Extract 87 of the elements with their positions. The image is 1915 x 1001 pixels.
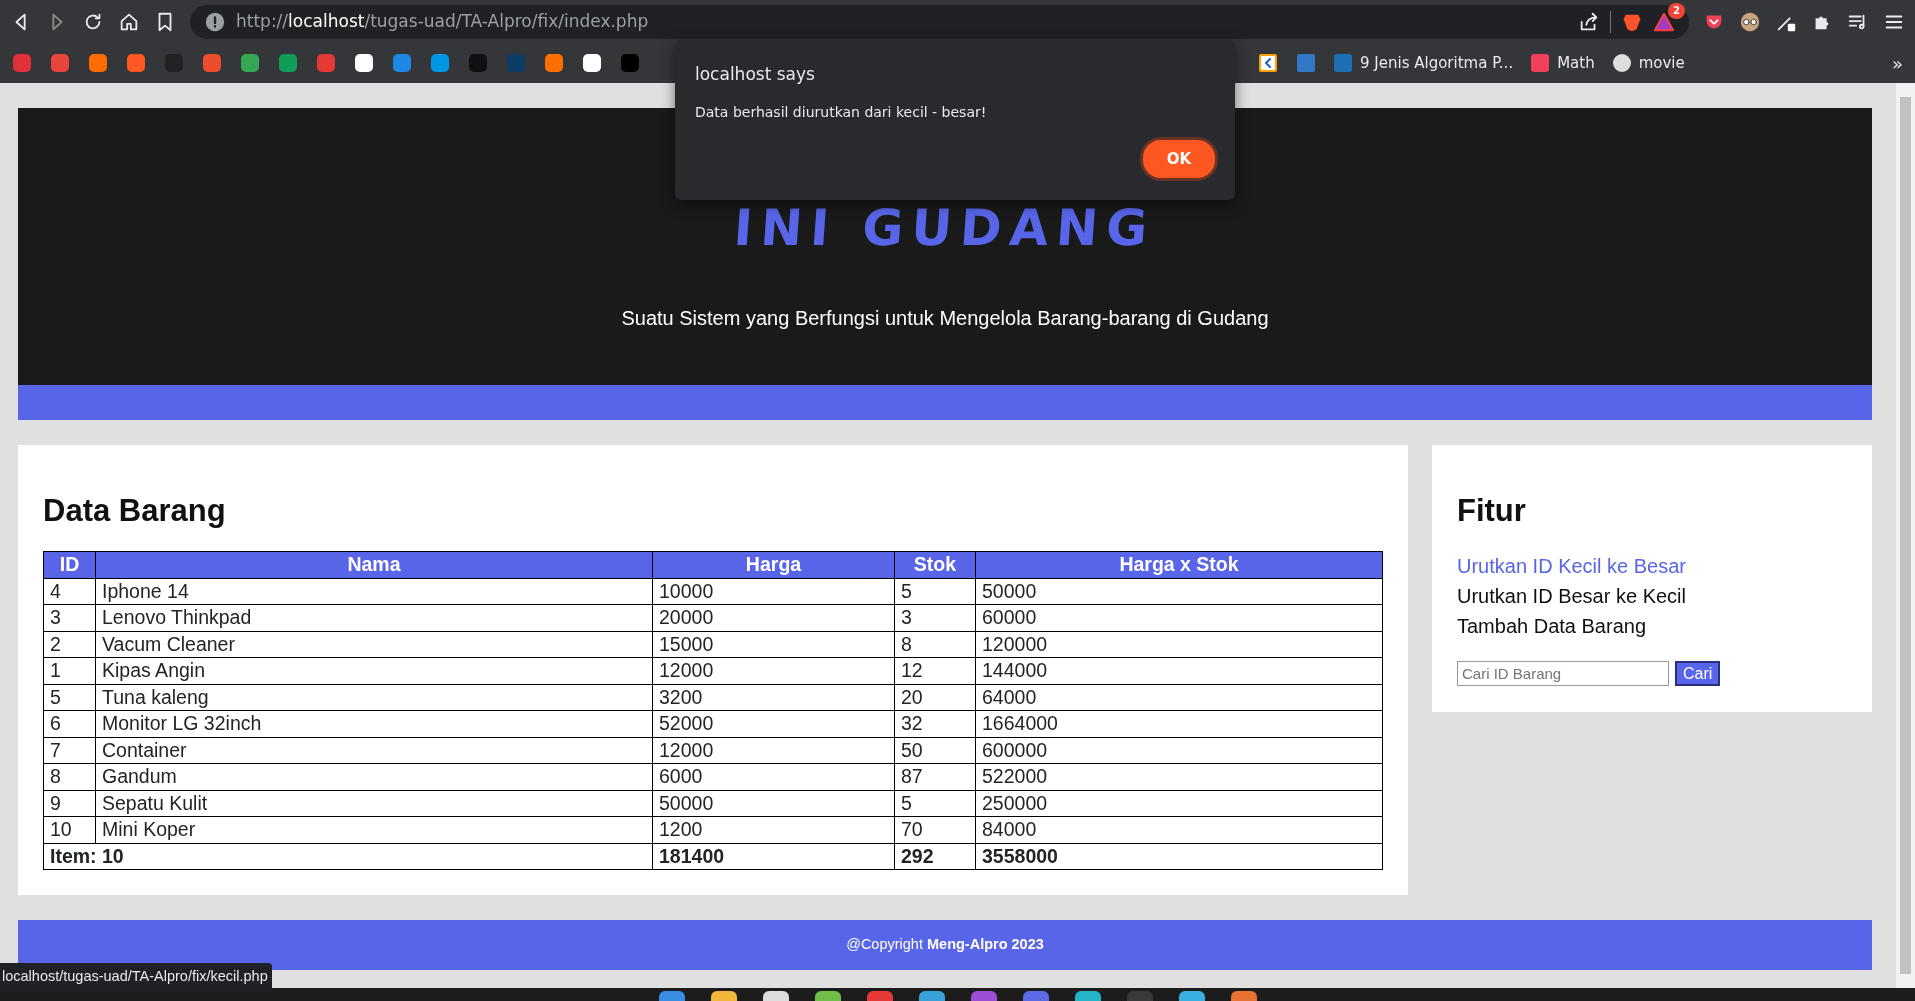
table-cell: 12: [894, 657, 976, 685]
overflow-chevron[interactable]: »: [1892, 49, 1903, 77]
table-cell: 60000: [975, 604, 1383, 632]
table-cell: 7: [43, 737, 96, 764]
table-cell: Monitor LG 32inch: [95, 710, 653, 738]
table-cell: 144000: [975, 657, 1383, 685]
table-cell: 50000: [975, 578, 1383, 605]
table-cell: 12000: [652, 657, 895, 685]
table-cell: 8: [894, 631, 976, 658]
total-cell: 292: [894, 843, 976, 870]
table-cell: 522000: [975, 763, 1383, 791]
address-bar[interactable]: http://localhost/tugas-uad/TA-Alpro/fix/index.php 2: [190, 4, 1689, 39]
total-cell: 3558000: [975, 843, 1383, 870]
column-header: Harga: [652, 551, 895, 579]
section-heading: Fitur: [1457, 492, 1527, 530]
table-cell: Vacum Cleaner: [95, 631, 653, 658]
table-cell: 250000: [975, 790, 1383, 817]
table-cell: 6000: [652, 763, 895, 791]
dialog-message: Data berhasil diurutkan dari kecil - besar!: [695, 102, 988, 122]
feature-link[interactable]: Urutkan ID Besar ke Kecil: [1457, 581, 1847, 612]
total-cell: Item: 10: [43, 843, 653, 870]
table-cell: 15000: [652, 631, 895, 658]
table-cell: Mini Koper: [95, 816, 653, 844]
table-cell: Kipas Angin: [95, 657, 653, 685]
column-header: ID: [43, 551, 96, 579]
table-cell: 9: [43, 790, 96, 817]
table-cell: 1: [43, 657, 96, 685]
table-cell: 5: [43, 684, 96, 711]
table-cell: 50000: [652, 790, 895, 817]
table-cell: 1664000: [975, 710, 1383, 738]
status-url: localhost/tugas-uad/TA-Alpro/fix/kecil.php: [0, 963, 272, 992]
table-cell: 3: [894, 604, 976, 632]
table-cell: 600000: [975, 737, 1383, 764]
bookmark-link[interactable]: movie: [1612, 51, 1685, 75]
bookmark-link[interactable]: Math: [1531, 51, 1595, 75]
bookmark-favicon[interactable]: [582, 53, 602, 73]
table-cell: 20: [894, 684, 976, 711]
url-text: http://localhost/tugas-uad/TA-Alpro/fix/index.php: [236, 9, 649, 33]
column-header: Stok: [894, 551, 976, 579]
table-cell: 5: [894, 790, 976, 817]
table-cell: 6: [43, 710, 96, 738]
bookmark-link[interactable]: 9 Jenis Algoritma P...: [1334, 51, 1514, 75]
table-cell: 10000: [652, 578, 895, 605]
table-cell: 12000: [652, 737, 895, 764]
table-cell: 52000: [652, 710, 895, 738]
table-cell: 84000: [975, 816, 1383, 844]
table-cell: Lenovo Thinkpad: [95, 604, 653, 632]
table-cell: 64000: [975, 684, 1383, 711]
bookmark-favicon[interactable]: [1258, 53, 1278, 73]
table-cell: 32: [894, 710, 976, 738]
table-cell: 20000: [652, 604, 895, 632]
table-cell: Gandum: [95, 763, 653, 791]
page-title: INI GUDANG: [732, 203, 1158, 253]
table-cell: Iphone 14: [95, 578, 653, 605]
table-cell: 120000: [975, 631, 1383, 658]
notification-badge: 2: [1668, 2, 1685, 19]
table-cell: 3: [43, 604, 96, 632]
table-cell: 3200: [652, 684, 895, 711]
table-cell: Tuna kaleng: [95, 684, 653, 711]
column-header: Nama: [95, 551, 653, 579]
table-cell: 4: [43, 578, 96, 605]
search-button[interactable]: Cari: [1675, 661, 1721, 687]
dialog-title: localhost says: [695, 63, 816, 86]
table-cell: 2: [43, 631, 96, 658]
table-cell: 87: [894, 763, 976, 791]
table-cell: 10: [43, 816, 96, 844]
table-cell: 50: [894, 737, 976, 764]
section-heading: Data Barang: [43, 492, 227, 530]
table-cell: Sepatu Kulit: [95, 790, 653, 817]
info-icon: [204, 10, 226, 33]
share-icon[interactable]: [1578, 10, 1600, 33]
total-cell: 181400: [652, 843, 895, 870]
table-cell: 5: [894, 578, 976, 605]
copyright-text: @Copyright Meng-Alpro 2023: [846, 935, 1044, 955]
triangle-icon[interactable]: [1653, 10, 1675, 33]
bookmark-favicon[interactable]: [354, 53, 374, 73]
table-cell: 70: [894, 816, 976, 844]
table-cell: 1200: [652, 816, 895, 844]
owl-icon[interactable]: [1739, 10, 1761, 33]
scrollbar[interactable]: [1896, 83, 1915, 988]
table-cell: 8: [43, 763, 96, 791]
feature-link[interactable]: Urutkan ID Kecil ke Besar: [1457, 551, 1847, 582]
feature-link[interactable]: Tambah Data Barang: [1457, 611, 1847, 642]
search-field[interactable]: Cari ID Barang: [1457, 661, 1669, 687]
column-header: Harga x Stok: [975, 551, 1383, 579]
table-cell: Container: [95, 737, 653, 764]
page-subtitle: Suatu Sistem yang Berfungsi untuk Mengelola Barang-barang di Gudang: [621, 306, 1269, 331]
